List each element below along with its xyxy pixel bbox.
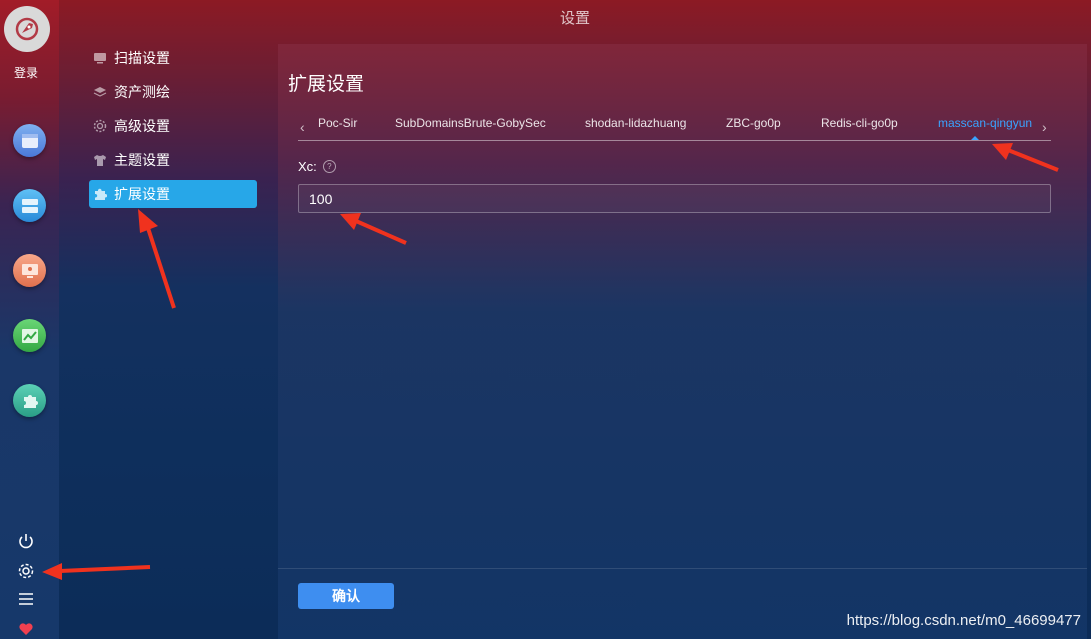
menu-item-label: 高级设置	[114, 118, 170, 134]
puzzle-icon[interactable]	[13, 384, 46, 417]
menu-item-label: 扩展设置	[114, 186, 170, 202]
menu-item-theme-settings[interactable]: 主题设置	[89, 146, 257, 174]
annotation-arrowhead	[138, 209, 158, 233]
chevron-right-icon[interactable]: ›	[1042, 119, 1047, 135]
chart-icon[interactable]	[13, 319, 46, 352]
menu-item-advanced-settings[interactable]: 高级设置	[89, 112, 257, 140]
help-icon[interactable]: ?	[322, 160, 336, 173]
monitor-icon[interactable]	[13, 254, 46, 287]
menu-item-label: 扫描设置	[114, 50, 170, 66]
window-title: 设置	[559, 10, 590, 27]
gear-icon	[93, 119, 107, 133]
menu-item-scan-settings[interactable]: 扫描设置	[89, 44, 257, 72]
tab-shodan-lidazhuang[interactable]: shodan-lidazhuang	[585, 116, 686, 130]
server-icon[interactable]	[13, 189, 46, 222]
tab-active-caret	[971, 136, 979, 140]
xc-label-text: Xc:	[298, 159, 317, 174]
layers-icon	[93, 85, 107, 99]
menu-item-label: 主题设置	[114, 152, 170, 168]
scan-icon	[93, 51, 107, 65]
tab-subdomainsbrute-gobysec[interactable]: SubDomainsBrute-GobySec	[395, 116, 546, 130]
watermark: https://blog.csdn.net/m0_46699477	[846, 612, 1081, 629]
menu-icon[interactable]	[14, 587, 38, 611]
content-panel: 扩展设置 ‹ Poc-Sir SubDomainsBrute-GobySec s…	[278, 44, 1087, 639]
menu-item-extension-settings[interactable]: 扩展设置	[89, 180, 257, 208]
menu-item-asset-mapping[interactable]: 资产测绘	[89, 78, 257, 106]
xc-input[interactable]	[298, 184, 1051, 213]
tabs-bar: ‹ Poc-Sir SubDomainsBrute-GobySec shodan…	[298, 110, 1051, 141]
annotation-arrow	[145, 224, 176, 309]
settings-icon[interactable]	[14, 559, 38, 583]
login-label[interactable]: 登录	[0, 64, 52, 81]
shirt-icon	[93, 153, 107, 167]
menu-item-label: 资产测绘	[114, 84, 170, 100]
power-icon[interactable]	[14, 529, 38, 553]
annotation-arrow	[59, 565, 151, 573]
window-icon[interactable]	[13, 124, 46, 157]
tab-poc-sir[interactable]: Poc-Sir	[318, 116, 357, 130]
avatar[interactable]	[4, 6, 50, 52]
chevron-left-icon[interactable]: ‹	[300, 119, 305, 135]
puzzle-icon	[93, 187, 107, 201]
footer-divider	[278, 568, 1087, 569]
confirm-button[interactable]: 确认	[298, 583, 394, 609]
tab-zbc-go0p[interactable]: ZBC-go0p	[726, 116, 781, 130]
app-sidebar: 登录	[0, 0, 59, 639]
tab-masscan-qingyun[interactable]: masscan-qingyun	[938, 116, 1032, 130]
heart-icon[interactable]	[14, 617, 38, 639]
xc-field-label: Xc: ?	[298, 159, 336, 174]
tab-redis-cli-go0p[interactable]: Redis-cli-go0p	[821, 116, 898, 130]
rocket-icon	[15, 17, 39, 41]
page-title: 扩展设置	[288, 74, 365, 95]
